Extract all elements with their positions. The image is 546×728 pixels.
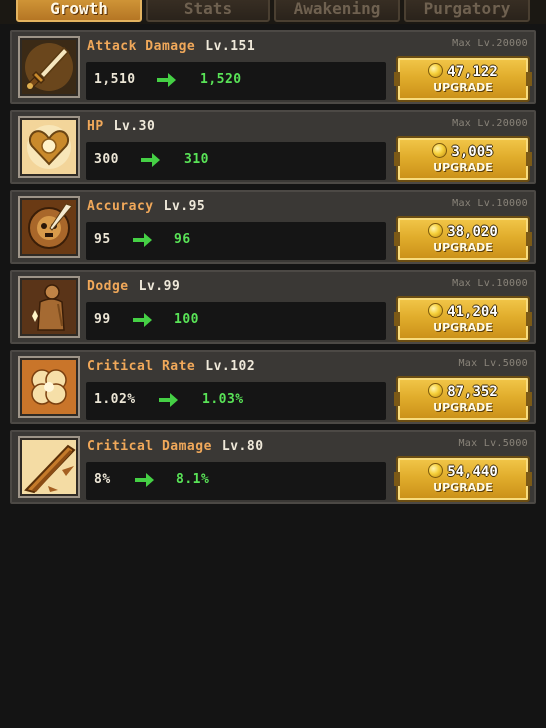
next-value: 310 [184, 152, 209, 167]
current-value: 1.02% [94, 392, 136, 407]
value-box: 300 310 [86, 142, 386, 180]
tab-purgatory[interactable]: Purgatory [404, 0, 530, 22]
arrow-right-icon [135, 473, 154, 487]
arrow-right-icon [133, 313, 152, 327]
heart-icon [18, 116, 80, 178]
upgrade-label: UPGRADE [433, 321, 493, 334]
value-box: 95 96 [86, 222, 386, 260]
stat-level: Lv.102 [205, 359, 256, 374]
max-level-label: Max Lv.20000 [452, 38, 528, 49]
stat-name-accuracy: Accuracy Lv.95 [87, 199, 205, 214]
value-box: 8% 8.1% [86, 462, 386, 500]
upgrade-row-accuracy: Accuracy Lv.95 Max Lv.10000 95 96 38,020 … [10, 190, 536, 264]
upgrade-button[interactable]: 47,122 UPGRADE [394, 56, 532, 102]
tab-growth[interactable]: Growth [16, 0, 142, 22]
cost-line: 87,352 [398, 381, 528, 400]
cost-line: 38,020 [398, 221, 528, 240]
skull-target-icon [18, 196, 80, 258]
stat-name-attack-damage: Attack Damage Lv.151 [87, 39, 255, 54]
current-value: 95 [94, 232, 111, 247]
coin-icon [432, 143, 448, 158]
max-level-label: Max Lv.5000 [458, 358, 528, 369]
stat-name-label: Critical Rate [87, 359, 196, 374]
stat-level: Lv.99 [138, 279, 181, 294]
stat-level: Lv.30 [113, 119, 156, 134]
stat-name-critical-rate: Critical Rate Lv.102 [87, 359, 255, 374]
current-value: 8% [94, 472, 111, 487]
next-value: 96 [174, 232, 191, 247]
stat-level: Lv.151 [205, 39, 256, 54]
arrow-right-icon [157, 73, 176, 87]
current-value: 99 [94, 312, 111, 327]
upgrade-row-critical-damage: Critical Damage Lv.80 Max Lv.5000 8% 8.1%… [10, 430, 536, 504]
coin-icon [428, 383, 444, 398]
upgrade-label: UPGRADE [433, 241, 493, 254]
upgrade-cost: 87,352 [447, 384, 498, 400]
stat-level: Lv.80 [221, 439, 264, 454]
stat-name-label: Dodge [87, 279, 129, 294]
tab-awakening[interactable]: Awakening [274, 0, 400, 22]
upgrade-button[interactable]: 3,005 UPGRADE [394, 136, 532, 182]
current-value: 300 [94, 152, 119, 167]
cost-line: 3,005 [398, 141, 528, 160]
upgrade-row-attack-damage: Attack Damage Lv.151 Max Lv.20000 1,510 1… [10, 30, 536, 104]
upgrade-button[interactable]: 87,352 UPGRADE [394, 376, 532, 422]
upgrade-cost: 38,020 [447, 224, 498, 240]
coin-icon [428, 63, 444, 78]
upgrade-cost: 41,204 [447, 304, 498, 320]
stat-level: Lv.95 [163, 199, 206, 214]
upgrade-cost: 3,005 [451, 144, 494, 160]
stat-name-hp: HP Lv.30 [87, 119, 155, 134]
upgrade-label: UPGRADE [433, 481, 493, 494]
next-value: 1,520 [200, 72, 242, 87]
arrow-right-icon [133, 233, 152, 247]
upgrade-button[interactable]: 41,204 UPGRADE [394, 296, 532, 342]
stat-name-critical-damage: Critical Damage Lv.80 [87, 439, 264, 454]
value-box: 99 100 [86, 302, 386, 340]
coin-icon [428, 223, 444, 238]
stat-name-label: Attack Damage [87, 39, 196, 54]
upgrade-cost: 47,122 [447, 64, 498, 80]
stat-name-label: Accuracy [87, 199, 154, 214]
upgrade-label: UPGRADE [433, 161, 493, 174]
upgrade-button[interactable]: 38,020 UPGRADE [394, 216, 532, 262]
max-level-label: Max Lv.20000 [452, 118, 528, 129]
upgrade-label: UPGRADE [433, 401, 493, 414]
cost-line: 41,204 [398, 301, 528, 320]
arrow-right-icon [141, 153, 160, 167]
upgrade-row-hp: HP Lv.30 Max Lv.20000 300 310 3,005 UPGRA… [10, 110, 536, 184]
coin-icon [428, 303, 444, 318]
blade-strike-icon [18, 436, 80, 498]
cost-line: 54,440 [398, 461, 528, 480]
arrow-right-icon [159, 393, 178, 407]
upgrade-label: UPGRADE [433, 81, 493, 94]
current-value: 1,510 [94, 72, 136, 87]
stat-name-dodge: Dodge Lv.99 [87, 279, 180, 294]
value-box: 1,510 1,520 [86, 62, 386, 100]
upgrade-cost: 54,440 [447, 464, 498, 480]
value-box: 1.02% 1.03% [86, 382, 386, 420]
stat-name-label: Critical Damage [87, 439, 212, 454]
clover-icon [18, 356, 80, 418]
cost-line: 47,122 [398, 61, 528, 80]
max-level-label: Max Lv.10000 [452, 198, 528, 209]
tab-bar: Growth Stats Awakening Purgatory [0, 0, 546, 24]
next-value: 1.03% [202, 392, 244, 407]
tab-stats[interactable]: Stats [146, 0, 270, 22]
upgrade-row-dodge: Dodge Lv.99 Max Lv.10000 99 100 41,204 UP… [10, 270, 536, 344]
stat-name-label: HP [87, 119, 104, 134]
max-level-label: Max Lv.5000 [458, 438, 528, 449]
max-level-label: Max Lv.10000 [452, 278, 528, 289]
next-value: 8.1% [176, 472, 210, 487]
figure-icon [18, 276, 80, 338]
coin-icon [428, 463, 444, 478]
upgrade-button[interactable]: 54,440 UPGRADE [394, 456, 532, 502]
upgrade-row-critical-rate: Critical Rate Lv.102 Max Lv.5000 1.02% 1.… [10, 350, 536, 424]
next-value: 100 [174, 312, 199, 327]
sword-icon [18, 36, 80, 98]
